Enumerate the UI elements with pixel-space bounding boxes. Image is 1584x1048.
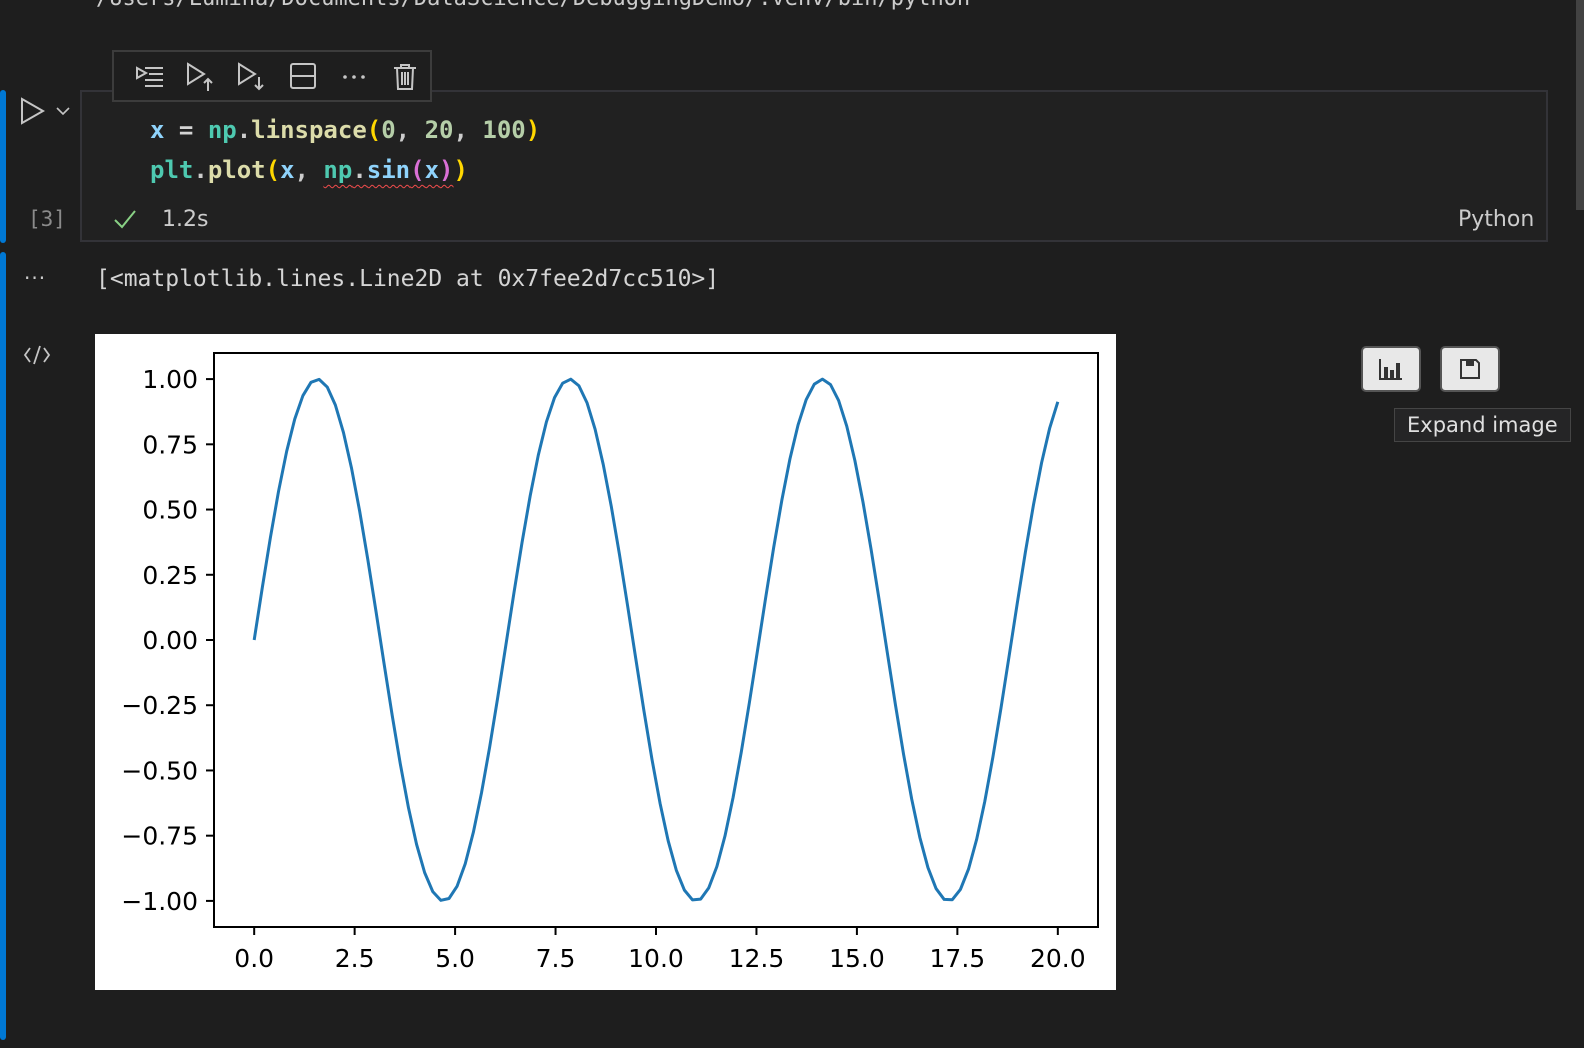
token: = [164, 116, 208, 144]
output-text: [<matplotlib.lines.Line2D at 0x7fee2d7cc… [96, 266, 720, 292]
x-tick-label: 10.0 [628, 944, 684, 973]
token: , [294, 156, 324, 184]
token: . [193, 156, 208, 184]
token: plot [207, 156, 266, 184]
plot-image[interactable]: 0.0 2.5 5.0 7.5 10.0 12.5 15.0 17.5 20.0 1.00 0.75… [95, 334, 1116, 990]
token: plt [150, 156, 194, 184]
token: x [424, 156, 440, 184]
token: x [280, 156, 295, 184]
x-tick-label: 0.0 [234, 944, 274, 973]
token: 20 [424, 116, 454, 144]
y-tick-label: −0.50 [121, 756, 198, 785]
split-cell-button[interactable] [277, 54, 328, 98]
x-tick-label: 17.5 [930, 944, 986, 973]
run-cell-button[interactable] [18, 96, 48, 126]
cell-toolbar [112, 50, 432, 102]
token: np [207, 116, 237, 144]
y-tick-label: 0.25 [142, 561, 198, 590]
y-tick-label: 0.50 [142, 496, 198, 525]
x-tick-label: 2.5 [335, 944, 375, 973]
output-focus-indicator [0, 252, 6, 1040]
sine-chart: 0.0 2.5 5.0 7.5 10.0 12.5 15.0 17.5 20.0 1.00 0.75… [121, 352, 1099, 973]
token: . [352, 156, 367, 184]
token: ) [439, 156, 454, 184]
run-options-chevron-icon[interactable] [54, 102, 72, 120]
save-icon [1460, 359, 1480, 379]
execute-above-button[interactable] [175, 54, 226, 98]
token: 0 [381, 116, 396, 144]
tooltip: Expand image [1394, 408, 1571, 442]
series-line-sin [252, 377, 1060, 902]
token: ( [410, 156, 425, 184]
x-tick-label: 5.0 [435, 944, 475, 973]
cell-language-picker[interactable]: Python [1458, 207, 1534, 232]
token: ) [453, 156, 468, 184]
ellipsis-icon [342, 75, 365, 79]
x-tick-label: 7.5 [536, 944, 576, 973]
token: 100 [482, 116, 526, 144]
y-tick-label: 0.75 [142, 430, 198, 459]
output-more-actions-button[interactable]: ··· [24, 266, 46, 290]
execution-time: 1.2s [162, 207, 209, 232]
x-tick-label: 20.0 [1030, 944, 1086, 973]
split-cell-icon [289, 63, 316, 89]
y-tick-label: −1.00 [121, 887, 198, 916]
token: , [453, 116, 483, 144]
execute-below-button[interactable] [226, 54, 277, 98]
vertical-scrollbar[interactable] [1576, 0, 1584, 210]
code-line-2[interactable]: plt.plot(x, np.sin(x)) [150, 156, 468, 184]
more-actions-button[interactable] [328, 54, 379, 98]
x-tick-label: 15.0 [829, 944, 885, 973]
cell-focus-indicator [0, 90, 6, 243]
success-check-icon [114, 210, 136, 229]
y-tick-label: 1.00 [142, 365, 198, 394]
open-plot-viewer-button[interactable] [1361, 346, 1421, 392]
execution-count: [3] [28, 207, 66, 231]
run-all-lines-icon [135, 66, 163, 87]
token: np [323, 156, 353, 184]
token: ( [265, 156, 281, 184]
token: x [150, 116, 165, 144]
save-image-button[interactable] [1440, 346, 1500, 392]
bar-chart-icon [1379, 359, 1402, 380]
run-below-icon [237, 62, 264, 91]
y-tick-label: −0.25 [121, 691, 198, 720]
token: . [236, 116, 252, 144]
delete-cell-button[interactable] [379, 54, 430, 98]
x-tick-label: 12.5 [729, 944, 785, 973]
run-above-icon [186, 62, 213, 91]
code-line-1[interactable]: x = np.linspace(0, 20, 100) [150, 116, 540, 144]
execute-above-and-cell-button[interactable] [124, 54, 175, 98]
change-mime-type-code-icon[interactable] [22, 342, 52, 368]
token: sin [366, 156, 411, 184]
token: ) [525, 116, 541, 144]
y-tick-label: 0.00 [142, 626, 198, 655]
token: ( [366, 116, 382, 144]
previous-output-text: /Users/Lumina/Documents/DataScience/Debu… [96, 0, 970, 11]
token: linspace [251, 116, 367, 144]
trash-icon [393, 64, 416, 90]
y-tick-label: −0.75 [121, 822, 198, 851]
axes-frame [213, 352, 1099, 928]
lint-warning-squiggle[interactable]: np.sin(x) [323, 156, 453, 184]
token: , [395, 116, 425, 144]
